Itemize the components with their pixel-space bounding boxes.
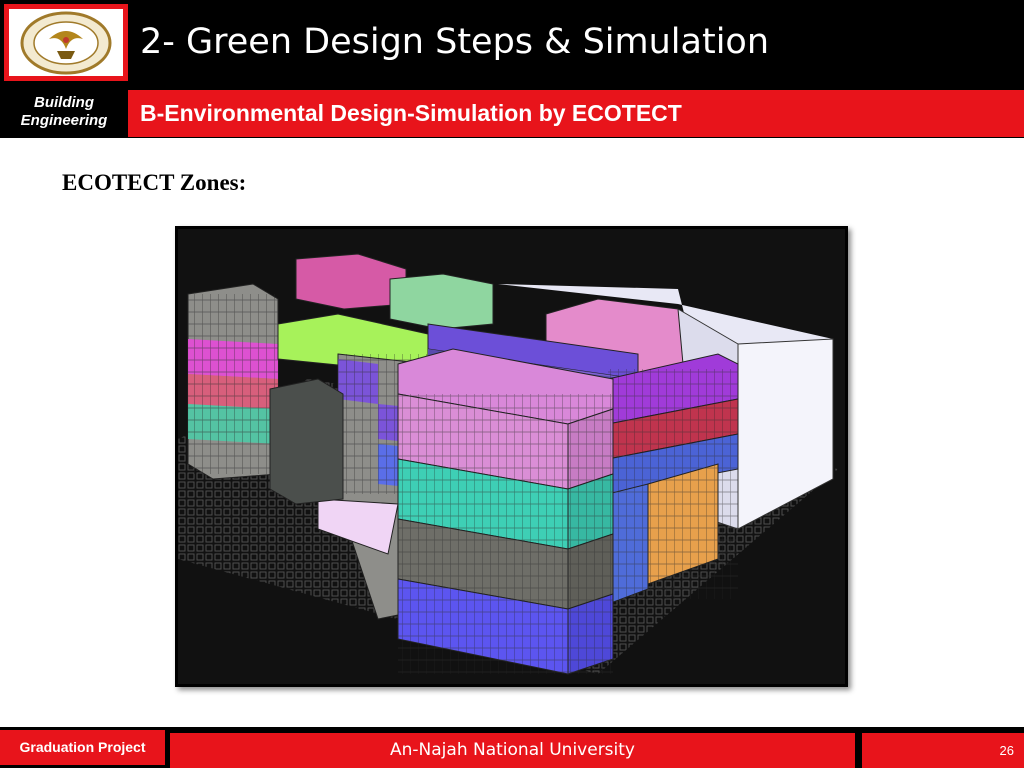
content-heading: ECOTECT Zones: (62, 170, 247, 195)
page-number: 26 (999, 743, 1014, 758)
university-logo (9, 9, 123, 76)
ecotect-zones-image (175, 226, 848, 687)
subtitle-banner: B-Environmental Design-Simulation by ECO… (128, 90, 1024, 137)
footer-university-label: An-Najah National University (170, 733, 855, 768)
footer-project-label: Graduation Project (0, 730, 165, 765)
department-label: Building Engineering (20, 94, 108, 129)
logo-frame (4, 4, 128, 81)
footer-page-box: 26 (862, 733, 1024, 768)
slide-title: 2- Green Design Steps & Simulation (140, 22, 770, 62)
section-subtitle: B-Environmental Design-Simulation by ECO… (140, 100, 682, 126)
